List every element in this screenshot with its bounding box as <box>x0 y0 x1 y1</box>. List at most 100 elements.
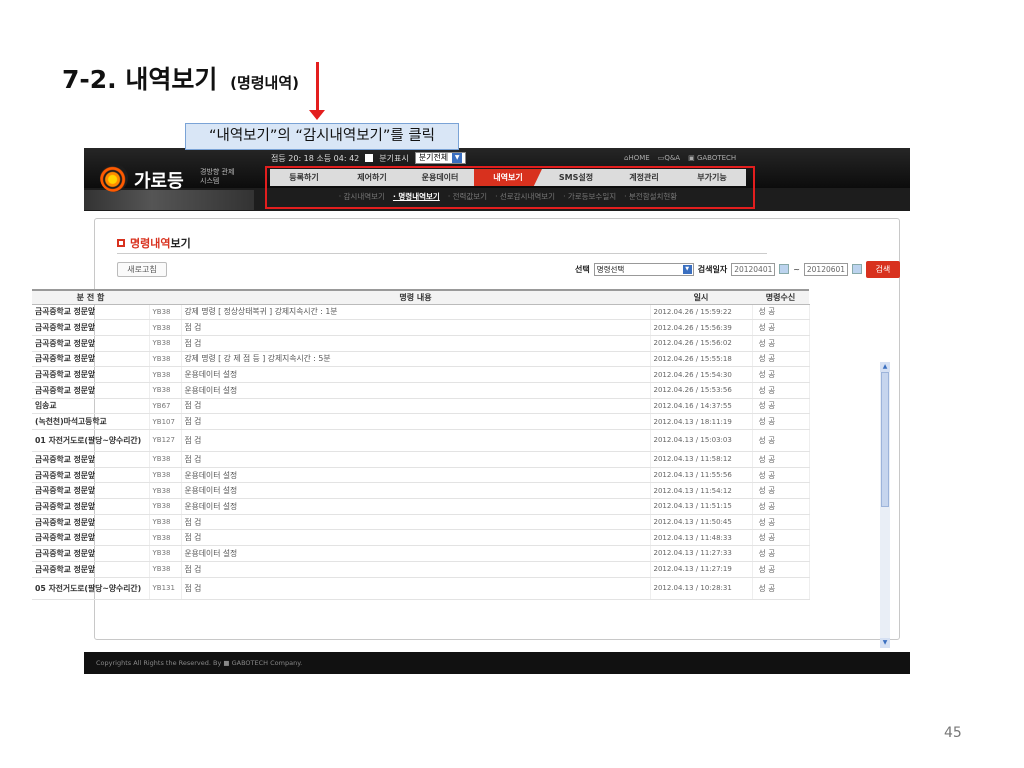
table-row[interactable]: 금곡중학교 정문앞 YB38 운용데이터 설정 2012.04.13 / 11:55:… <box>32 467 810 484</box>
branch-select-value: 분기전체 <box>418 153 449 162</box>
panel-title-red: 명령내역 <box>130 237 171 250</box>
cell-command: 운용데이터 설정 <box>181 382 651 399</box>
chevron-down-icon: ▼ <box>682 264 692 274</box>
title-divider <box>117 253 767 254</box>
cell-panel-name: 금곡중학교 정문앞 <box>32 451 150 468</box>
slide-subtitle: (명령내역) <box>230 74 300 92</box>
scroll-down-icon[interactable]: ▼ <box>880 638 890 648</box>
cell-datetime: 2012.04.26 / 15:55:18 <box>650 351 753 368</box>
cell-result: 성 공 <box>752 382 810 399</box>
cell-panel-name: 금곡중학교 정문앞 <box>32 319 150 336</box>
col-header-panel: 분 전 함 <box>32 289 149 305</box>
cell-command: 점 검 <box>181 451 651 468</box>
command-select-value: 명령선택 <box>596 264 625 274</box>
scroll-thumb[interactable] <box>881 372 889 507</box>
table-row[interactable]: 금곡중학교 정문앞 YB38 운용데이터 설정 2012.04.13 / 11:27:… <box>32 545 810 562</box>
cell-result: 성 공 <box>752 467 810 484</box>
qna-link[interactable]: ▭Q&A <box>658 154 680 162</box>
cell-panel-name: 01 자전거도로(팔당~양수리간) <box>32 429 150 452</box>
cell-datetime: 2012.04.13 / 11:27:19 <box>650 561 753 578</box>
table-row[interactable]: 01 자전거도로(팔당~양수리간) YB127 점 검 2012.04.13 / 15… <box>32 429 810 452</box>
date-from-input[interactable]: 20120401 <box>731 262 776 276</box>
scroll-up-icon[interactable]: ▲ <box>880 362 890 372</box>
cell-command: 운용데이터 설정 <box>181 545 651 562</box>
cell-result: 성 공 <box>752 577 810 600</box>
table-row[interactable]: 금곡중학교 정문앞 YB38 점 검 2012.04.13 / 11:50:45 성 공 <box>32 514 810 531</box>
logo-mark-icon <box>100 164 128 192</box>
logo[interactable]: 가로등 경방향 관제시스템 <box>100 164 250 194</box>
date-label: 검색일자 <box>697 264 728 274</box>
cell-result: 성 공 <box>752 413 810 430</box>
cell-datetime: 2012.04.13 / 11:50:45 <box>650 514 753 531</box>
cell-result: 성 공 <box>752 529 810 547</box>
table-row[interactable]: 금곡중학교 정문앞 YB38 점 검 2012.04.26 / 15:56:39 성 공 <box>32 319 810 336</box>
table-row[interactable]: 금곡중학교 정문앞 YB38 운용데이터 설정 2012.04.26 / 15:53:… <box>32 382 810 399</box>
cell-code: YB38 <box>149 304 182 321</box>
cell-code: YB131 <box>149 577 182 600</box>
calendar-icon[interactable] <box>779 264 790 274</box>
cell-panel-name: (녹천천)마석고등학교 <box>32 413 150 430</box>
search-button[interactable]: 검색 <box>865 260 900 278</box>
select-label: 선택 <box>575 264 590 274</box>
cell-code: YB38 <box>149 529 182 547</box>
command-select[interactable]: 명령선택 ▼ <box>593 262 694 276</box>
cell-panel-name: 금곡중학교 정문앞 <box>32 366 150 383</box>
col-header-code <box>149 289 181 305</box>
table-row[interactable]: 금곡중학교 정문앞 YB38 운용데이터 설정 2012.04.13 / 11:51:… <box>32 498 810 515</box>
cell-command: 점 검 <box>181 429 651 452</box>
branch-select[interactable]: 분기전체 ▼ <box>414 152 467 164</box>
cell-command: 점 검 <box>181 398 651 415</box>
arrow-down-icon <box>309 110 325 120</box>
table-row[interactable]: 금곡중학교 정문앞 YB38 점 검 2012.04.13 / 11:58:12 성 공 <box>32 451 810 468</box>
date-to-input[interactable]: 20120601 <box>803 262 848 276</box>
cell-datetime: 2012.04.13 / 11:27:33 <box>650 545 753 562</box>
table-row[interactable]: 05 자전거도로(팔당~양수리간) YB131 점 검 2012.04.13 / 10… <box>32 577 810 600</box>
logo-name: 가로등 <box>134 171 184 192</box>
home-link[interactable]: ⌂HOME <box>624 154 650 162</box>
cell-code: YB38 <box>149 335 182 352</box>
col-header-command: 명령 내용 <box>181 289 650 305</box>
cell-code: YB38 <box>149 351 182 368</box>
cell-command: 강제 명령 [ 강 제 점 등 ] 강제지속시간 : 5분 <box>181 351 651 368</box>
cell-result: 성 공 <box>752 498 810 515</box>
branch-checkbox[interactable] <box>365 154 374 162</box>
cell-result: 성 공 <box>752 335 810 352</box>
cell-panel-name: 금곡중학교 정문앞 <box>32 545 150 562</box>
cell-datetime: 2012.04.13 / 11:54:12 <box>650 482 753 500</box>
table-row[interactable]: 금곡중학교 정문앞 YB38 운용데이터 설정 2012.04.26 / 15:54:… <box>32 366 810 383</box>
cell-code: YB38 <box>149 366 182 383</box>
table-row[interactable]: 금곡중학교 정문앞 YB38 점 검 2012.04.13 / 11:48:33 성 공 <box>32 529 810 547</box>
cell-result: 성 공 <box>752 545 810 562</box>
cell-command: 점 검 <box>181 319 651 336</box>
cell-command: 운용데이터 설정 <box>181 498 651 515</box>
instruction-callout: “내역보기”의 “감시내역보기”를 클릭 <box>185 123 459 150</box>
table-scrollbar[interactable]: ▲ ▼ <box>880 362 890 648</box>
cell-panel-name: 금곡중학교 정문앞 <box>32 335 150 352</box>
table-row[interactable]: (녹천천)마석고등학교 YB107 점 검 2012.04.13 / 18:11:19… <box>32 413 810 430</box>
refresh-button[interactable]: 새로고침 <box>117 262 167 277</box>
table-row[interactable]: 금곡중학교 정문앞 YB38 운용데이터 설정 2012.04.13 / 11:54:… <box>32 482 810 500</box>
gabotech-link[interactable]: ▣ GABOTECH <box>688 154 736 162</box>
cell-code: YB127 <box>149 429 182 452</box>
status-text: 점등 20: 18 소등 04: 42 <box>271 153 360 163</box>
cell-datetime: 2012.04.26 / 15:53:56 <box>650 382 753 399</box>
cell-result: 성 공 <box>752 514 810 531</box>
cell-code: YB107 <box>149 413 182 430</box>
cell-panel-name: 금곡중학교 정문앞 <box>32 304 150 321</box>
cell-result: 성 공 <box>752 304 810 321</box>
table-row[interactable]: 금곡중학교 정문앞 YB38 강제 명령 [ 정상상태복귀 ] 강제지속시간 : 1… <box>32 304 810 321</box>
table-row[interactable]: 금곡중학교 정문앞 YB38 강제 명령 [ 강 제 점 등 ] 강제지속시간 : … <box>32 351 810 368</box>
arrow-line <box>316 62 319 117</box>
cell-code: YB38 <box>149 545 182 562</box>
table-row[interactable]: 금곡중학교 정문앞 YB38 점 검 2012.04.13 / 11:27:19 성 공 <box>32 561 810 578</box>
cell-code: YB38 <box>149 467 182 484</box>
table-row[interactable]: 임송교 YB67 점 검 2012.04.16 / 14:37:55 성 공 <box>32 398 810 415</box>
table-row[interactable]: 금곡중학교 정문앞 YB38 점 검 2012.04.26 / 15:56:02 성 공 <box>32 335 810 352</box>
slide-title: 7-2. 내역보기 (명령내역) <box>62 60 299 96</box>
calendar-icon[interactable] <box>851 264 862 274</box>
cell-datetime: 2012.04.13 / 15:03:03 <box>650 429 753 452</box>
cell-result: 성 공 <box>752 561 810 578</box>
cell-datetime: 2012.04.13 / 11:48:33 <box>650 529 753 547</box>
cell-command: 강제 명령 [ 정상상태복귀 ] 강제지속시간 : 1분 <box>181 304 651 321</box>
filter-bar: 선택 명령선택 ▼ 검색일자 20120401 ~ 20120601 검색 <box>575 260 900 278</box>
